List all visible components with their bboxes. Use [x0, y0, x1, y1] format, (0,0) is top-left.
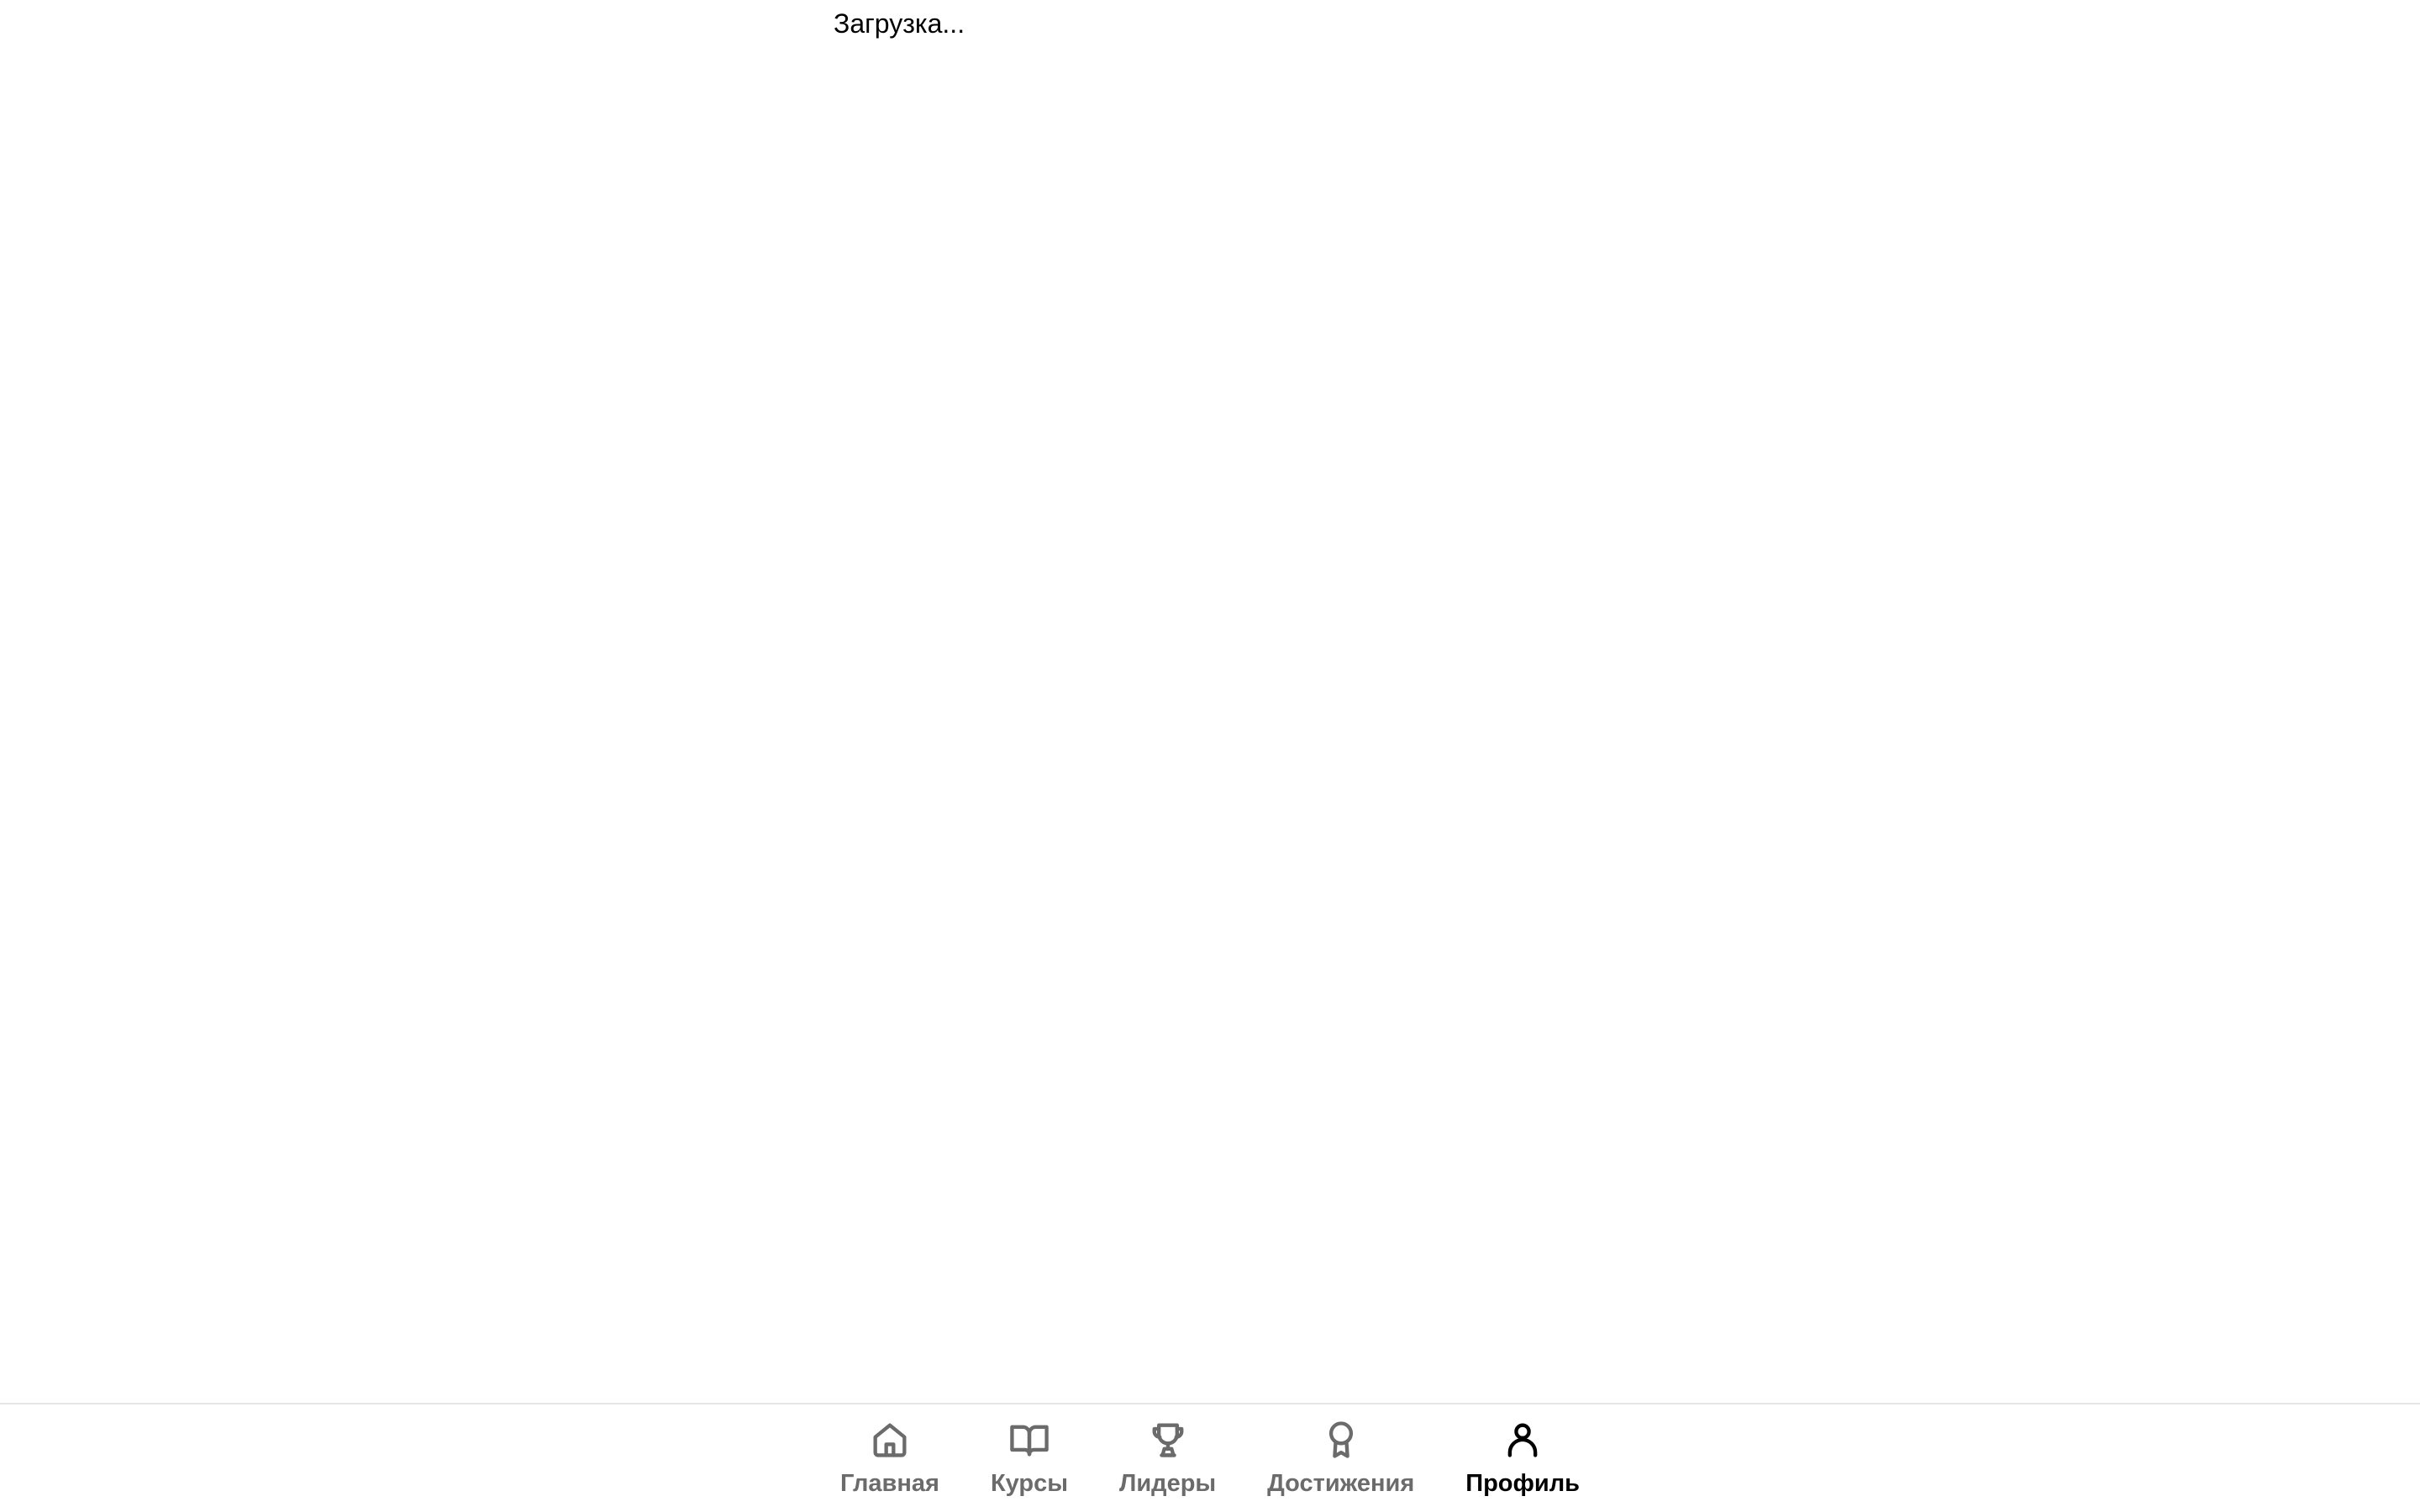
nav-label-profile: Профиль — [1465, 1470, 1580, 1497]
nav-item-home[interactable]: Главная — [840, 1418, 939, 1499]
nav-item-leaders[interactable]: Лидеры — [1119, 1418, 1216, 1499]
nav-label-achievements: Достижения — [1267, 1470, 1415, 1497]
nav-item-courses[interactable]: Курсы — [991, 1418, 1068, 1499]
app-root: Загрузка... Главная Курсы Лидеры Достиже… — [0, 0, 2420, 1512]
nav-label-courses: Курсы — [990, 1470, 1068, 1497]
nav-label-leaders: Лидеры — [1118, 1470, 1217, 1497]
user-icon — [1501, 1418, 1544, 1462]
nav-label-home: Главная — [840, 1470, 939, 1497]
bottom-nav: Главная Курсы Лидеры Достижения Профиль — [0, 1403, 2420, 1512]
nav-item-profile[interactable]: Профиль — [1465, 1418, 1580, 1499]
trophy-icon — [1146, 1418, 1190, 1462]
book-open-icon — [1007, 1418, 1051, 1462]
nav-item-achievements[interactable]: Достижения — [1267, 1418, 1414, 1499]
loading-text: Загрузка... — [834, 8, 965, 39]
bottom-nav-items: Главная Курсы Лидеры Достижения Профиль — [840, 1418, 1580, 1502]
home-icon — [868, 1418, 912, 1462]
award-icon — [1319, 1418, 1363, 1462]
